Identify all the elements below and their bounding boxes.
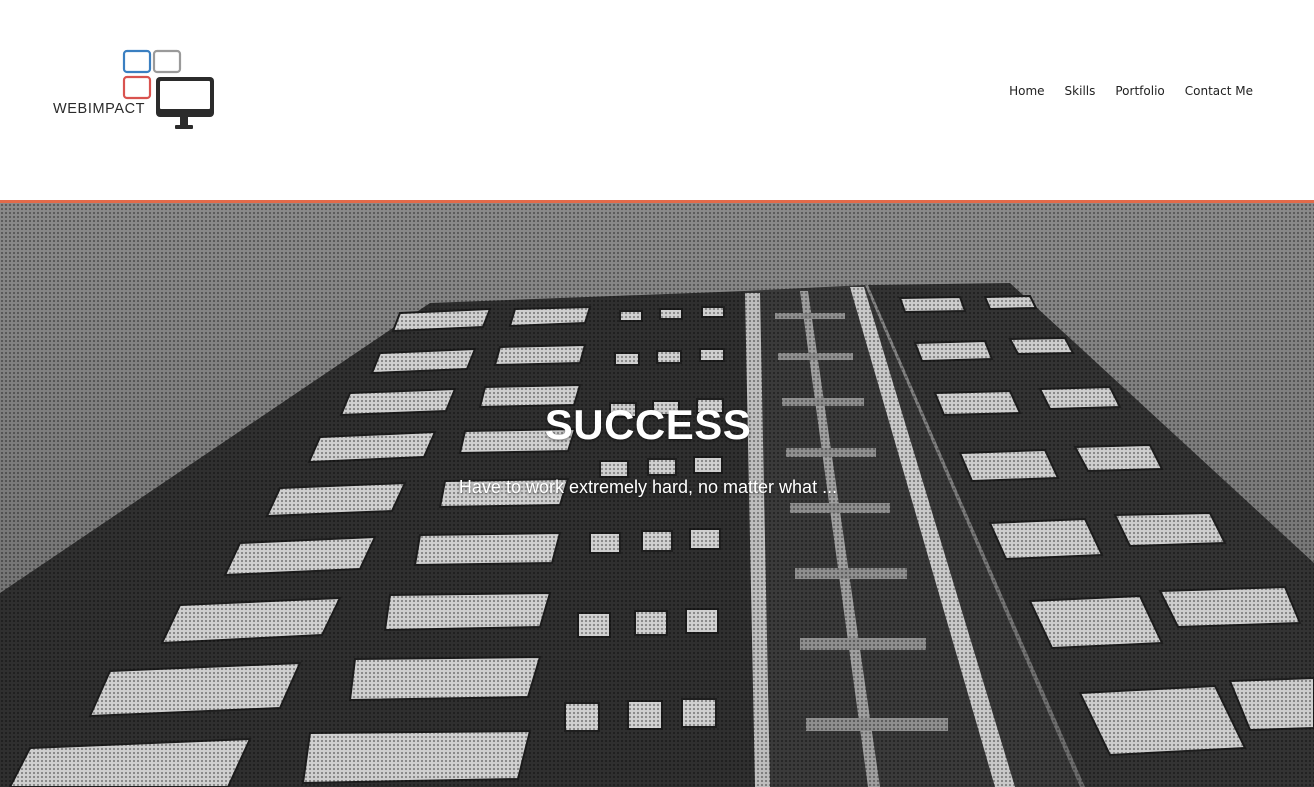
nav-portfolio[interactable]: Portfolio: [1115, 84, 1164, 98]
nav-skills[interactable]: Skills: [1065, 84, 1096, 98]
site-logo[interactable]: WEBIMPACT: [52, 48, 222, 132]
logo-graphic: [122, 49, 214, 129]
monitor-icon: [156, 77, 214, 129]
hero-title: SUCCESS: [544, 401, 752, 448]
hero-section: SUCCESS Have to work extremely hard, no …: [0, 203, 1314, 787]
logo-text: WEBIMPACT: [53, 101, 146, 117]
site-header: WEBIMPACT Home Skills Portfolio Contact …: [0, 0, 1314, 200]
nav-home[interactable]: Home: [1009, 84, 1044, 98]
hero-subtitle: Have to work extremely hard, no matter w…: [458, 477, 838, 497]
nav-contact-me[interactable]: Contact Me: [1185, 84, 1253, 98]
main-nav: Home Skills Portfolio Contact Me: [1009, 84, 1253, 98]
